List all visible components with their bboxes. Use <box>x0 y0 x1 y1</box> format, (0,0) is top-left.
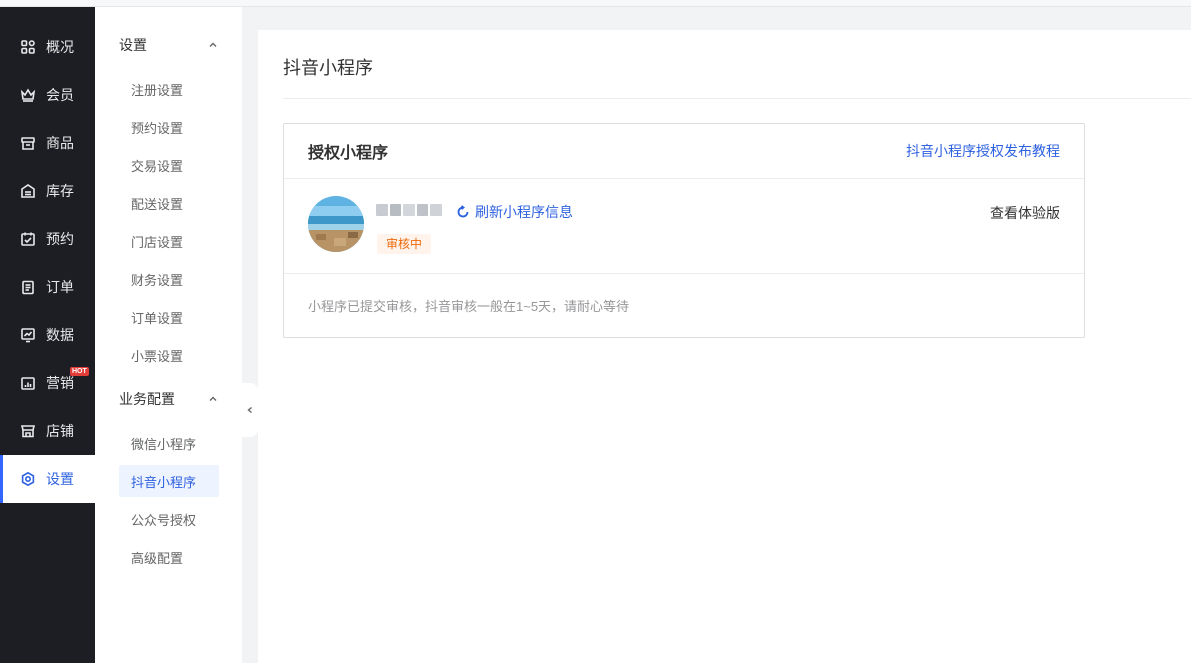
nav-label: 数据 <box>46 327 74 343</box>
sub-item-official-account-auth[interactable]: 公众号授权 <box>119 503 219 535</box>
nav-item-marketing[interactable]: 营销 HOT <box>0 359 95 407</box>
marketing-icon <box>20 375 36 391</box>
view-trial-version-link[interactable]: 查看体验版 <box>990 203 1060 223</box>
nav-item-orders[interactable]: 订单 <box>0 263 95 311</box>
inventory-icon <box>20 183 36 199</box>
sub-item-store-settings[interactable]: 门店设置 <box>119 225 219 257</box>
nav-label: 会员 <box>46 87 74 103</box>
sub-item-trade-settings[interactable]: 交易设置 <box>119 149 219 181</box>
status-badge: 审核中 <box>377 234 432 254</box>
refresh-icon <box>457 205 469 218</box>
secondary-nav: 设置 注册设置 预约设置 交易设置 配送设置 门店设置 财务设置 订单设置 小票… <box>95 7 242 663</box>
nav-item-products[interactable]: 商品 <box>0 119 95 167</box>
sub-item-douyin-miniapp[interactable]: 抖音小程序 <box>119 465 219 497</box>
chevron-left-icon <box>247 406 252 414</box>
sub-item-order-settings[interactable]: 订单设置 <box>119 301 219 333</box>
title-divider <box>283 98 1191 99</box>
page-title: 抖音小程序 <box>283 58 373 78</box>
nav-item-settings[interactable]: 设置 <box>0 455 95 503</box>
chevron-up-icon <box>208 40 218 50</box>
shop-bag-icon <box>20 135 36 151</box>
card-header: 授权小程序 抖音小程序授权发布教程 <box>284 124 1084 179</box>
card-body: 刷新小程序信息 审核中 查看体验版 <box>284 179 1084 274</box>
nav-item-booking[interactable]: 预约 <box>0 215 95 263</box>
card-title: 授权小程序 <box>308 145 389 162</box>
chart-icon <box>20 327 36 343</box>
dashboard-icon <box>20 39 36 55</box>
nav-label: 商品 <box>46 135 74 151</box>
group-title: 设置 <box>119 37 147 53</box>
nav-label: 设置 <box>46 471 74 487</box>
miniapp-name-blurred <box>376 201 442 219</box>
nav-label: 概况 <box>46 39 74 55</box>
nav-label: 预约 <box>46 231 74 247</box>
tutorial-link[interactable]: 抖音小程序授权发布教程 <box>906 141 1060 161</box>
refresh-miniapp-info-link[interactable]: 刷新小程序信息 <box>456 202 573 222</box>
hot-badge: HOT <box>70 367 89 376</box>
sub-item-advanced-config[interactable]: 高级配置 <box>119 541 219 573</box>
calendar-check-icon <box>20 231 36 247</box>
nav-label: 订单 <box>46 279 74 295</box>
refresh-label: 刷新小程序信息 <box>475 204 573 220</box>
clipboard-icon <box>20 279 36 295</box>
group-header-settings[interactable]: 设置 <box>95 23 242 67</box>
chevron-up-icon <box>208 394 218 404</box>
nav-label: 营销 <box>46 375 74 391</box>
group-header-business-config[interactable]: 业务配置 <box>95 377 242 421</box>
group-title: 业务配置 <box>119 391 175 407</box>
nav-item-members[interactable]: 会员 <box>0 71 95 119</box>
miniapp-avatar <box>308 196 364 252</box>
main-panel: 抖音小程序 授权小程序 抖音小程序授权发布教程 刷新小程序信息 审核中 查看体验… <box>258 30 1191 663</box>
nav-item-inventory[interactable]: 库存 <box>0 167 95 215</box>
crown-icon <box>20 87 36 103</box>
sub-item-delivery-settings[interactable]: 配送设置 <box>119 187 219 219</box>
sub-item-receipt-settings[interactable]: 小票设置 <box>119 339 219 371</box>
nav-item-store[interactable]: 店铺 <box>0 407 95 455</box>
sidebar-collapse-handle[interactable] <box>242 383 258 437</box>
review-notice: 小程序已提交审核，抖音审核一般在1~5天，请耐心等待 <box>308 299 630 314</box>
store-icon <box>20 423 36 439</box>
nav-item-overview[interactable]: 概况 <box>0 23 95 71</box>
nav-label: 店铺 <box>46 423 74 439</box>
nav-label: 库存 <box>46 183 74 199</box>
sub-item-wechat-miniapp[interactable]: 微信小程序 <box>119 427 219 459</box>
nav-item-data[interactable]: 数据 <box>0 311 95 359</box>
settings-icon <box>20 471 36 487</box>
authorize-miniapp-card: 授权小程序 抖音小程序授权发布教程 刷新小程序信息 审核中 查看体验版 小程序已… <box>283 123 1085 338</box>
primary-nav: 概况 会员 商品 库存 预约 订单 数据 营销 HOT 店铺 设置 <box>0 7 95 663</box>
sub-item-finance-settings[interactable]: 财务设置 <box>119 263 219 295</box>
top-strip <box>0 0 1191 7</box>
sub-item-booking-settings[interactable]: 预约设置 <box>119 111 219 143</box>
sub-item-register-settings[interactable]: 注册设置 <box>119 73 219 105</box>
